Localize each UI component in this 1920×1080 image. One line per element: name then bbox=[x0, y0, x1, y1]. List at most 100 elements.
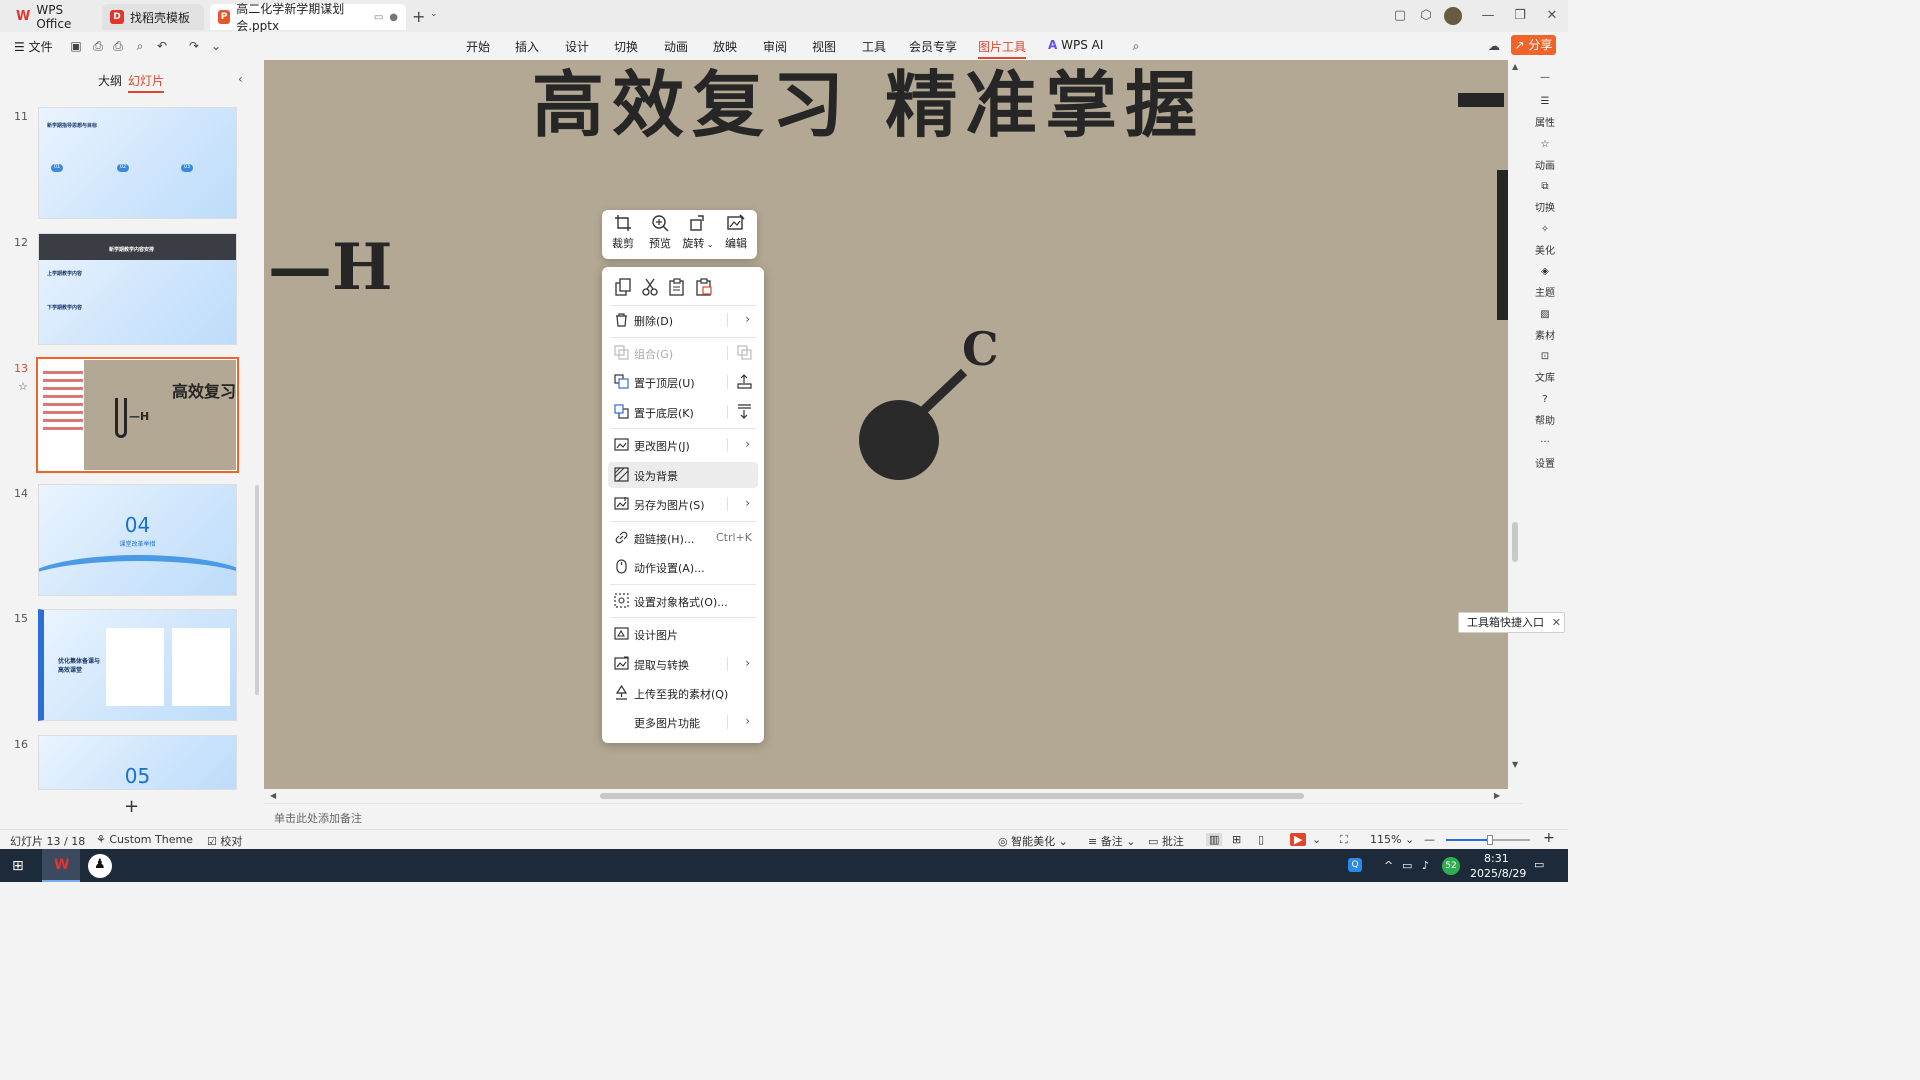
tray-expand-icon[interactable]: ^ bbox=[1384, 859, 1393, 872]
screen-icon[interactable]: ▭ bbox=[374, 12, 383, 23]
menu-home[interactable]: 开始 bbox=[466, 38, 490, 55]
print-icon[interactable]: ⎙ bbox=[110, 38, 126, 54]
menu-change-picture[interactable]: 更改图片(J) › bbox=[608, 432, 758, 458]
sidebar-item-library[interactable]: ⊡ 文库 bbox=[1522, 351, 1568, 384]
chevron-right-icon[interactable]: › bbox=[745, 714, 750, 728]
menu-hyperlink[interactable]: 超链接(H)... Ctrl+K bbox=[608, 525, 758, 551]
add-slide-button[interactable]: + bbox=[124, 796, 139, 817]
scroll-up-icon[interactable]: ▲ bbox=[1512, 62, 1518, 71]
tab-template[interactable]: D 找稻壳模板 bbox=[102, 4, 204, 30]
notes-area[interactable]: 单击此处添加备注 bbox=[264, 803, 1522, 829]
windows-start-icon[interactable]: ⊞ bbox=[12, 858, 24, 874]
scroll-left-icon[interactable]: ◀ bbox=[270, 791, 276, 800]
share-button[interactable]: ↗ 分享 bbox=[1511, 35, 1556, 55]
menu-extract-convert[interactable]: 提取与转换 › bbox=[608, 651, 758, 677]
fit-window-icon[interactable]: ⛶ bbox=[1340, 833, 1348, 847]
cut-icon[interactable] bbox=[641, 278, 659, 296]
sidebar-item-properties[interactable]: ☰ 属性 bbox=[1522, 96, 1568, 129]
slide-thumb-12[interactable]: 新学期教学内容安排 上学期教学内容 下学期教学内容 bbox=[38, 233, 237, 345]
avatar[interactable] bbox=[1444, 7, 1462, 25]
play-slideshow-icon[interactable]: ▶ bbox=[1290, 833, 1307, 846]
collapse-panel-icon[interactable]: ‹ bbox=[238, 72, 243, 86]
tray-badge[interactable]: 52 bbox=[1442, 857, 1460, 875]
file-menu[interactable]: ☰ 文件 bbox=[14, 38, 53, 55]
layer-up-icon[interactable] bbox=[737, 374, 752, 389]
menu-bring-to-front[interactable]: 置于顶层(U) bbox=[608, 369, 758, 395]
close-icon[interactable]: ✕ bbox=[1552, 613, 1561, 632]
panel-scrollbar[interactable] bbox=[255, 485, 259, 695]
menu-wps-ai[interactable]: A WPS AI bbox=[1048, 38, 1103, 52]
redo-icon[interactable]: ↷ bbox=[186, 38, 202, 54]
sidebar-item-material[interactable]: ▨ 素材 bbox=[1522, 309, 1568, 342]
new-tab-icon[interactable]: + bbox=[412, 7, 425, 26]
taskbar-qq[interactable]: ♟ bbox=[88, 854, 112, 878]
chevron-right-icon[interactable]: › bbox=[745, 437, 750, 451]
search-icon[interactable]: ⌕ bbox=[1128, 38, 1144, 54]
tab-wps-office[interactable]: W WPS Office bbox=[8, 3, 96, 31]
slide-thumb-11[interactable]: 新学期指导思想与目标 01 02 03 bbox=[38, 107, 237, 219]
comments-button[interactable]: ▭ 批注 bbox=[1148, 833, 1184, 849]
sidebar-item-animation[interactable]: ☆ 动画 bbox=[1522, 139, 1568, 172]
minimize-icon[interactable]: — bbox=[1480, 8, 1496, 24]
zoom-slider[interactable] bbox=[1446, 835, 1530, 845]
menu-tools[interactable]: 工具 bbox=[862, 38, 886, 55]
crop-button[interactable]: 裁剪 bbox=[605, 214, 641, 251]
preview-button[interactable]: 预览 bbox=[642, 214, 678, 251]
more-icon[interactable]: ⌄ bbox=[208, 38, 224, 54]
paste-as-picture-icon[interactable] bbox=[695, 278, 713, 296]
menu-review[interactable]: 审阅 bbox=[763, 38, 787, 55]
star-icon[interactable]: ☆ bbox=[18, 380, 28, 393]
normal-view-icon[interactable]: ▥ bbox=[1206, 833, 1223, 846]
notes-toggle-button[interactable]: ≡ 备注 ⌄ bbox=[1088, 833, 1135, 849]
smart-beautify-button[interactable]: ◎ 智能美化 ⌄ bbox=[998, 833, 1068, 849]
copy-icon[interactable] bbox=[614, 278, 632, 296]
menu-format-object[interactable]: 设置对象格式(O)... bbox=[608, 588, 758, 614]
menu-send-to-back[interactable]: 置于底层(K) bbox=[608, 399, 758, 425]
horizontal-scroll-thumb[interactable] bbox=[600, 793, 1304, 799]
window-layout-icon[interactable]: ▢ bbox=[1392, 8, 1408, 24]
save-icon[interactable]: ▣ bbox=[68, 38, 84, 54]
reading-view-icon[interactable]: ▯ bbox=[1258, 833, 1264, 846]
toolbox-shortcut-tip[interactable]: 工具箱快捷入口 ✕ bbox=[1458, 612, 1565, 633]
menu-member[interactable]: 会员专享 bbox=[909, 38, 957, 55]
zoom-level[interactable]: 115% ⌄ bbox=[1370, 833, 1414, 846]
menu-more-picture-functions[interactable]: 更多图片功能 › bbox=[608, 709, 758, 735]
sidebar-item-settings[interactable]: ··· 设置 bbox=[1522, 437, 1568, 470]
menu-slideshow[interactable]: 放映 bbox=[713, 38, 737, 55]
chevron-right-icon[interactable]: › bbox=[745, 656, 750, 670]
menu-delete[interactable]: 删除(D) › bbox=[608, 307, 758, 333]
menu-set-as-background[interactable]: 设为背景 bbox=[608, 462, 758, 488]
paste-icon[interactable] bbox=[668, 278, 686, 296]
zoom-in-icon[interactable]: + bbox=[1543, 830, 1555, 846]
print-preview-icon[interactable]: ⌕ bbox=[132, 38, 148, 54]
clock-date[interactable]: 2025/8/29 bbox=[1470, 867, 1526, 880]
chevron-right-icon[interactable]: › bbox=[745, 496, 750, 510]
vertical-scrollbar[interactable]: ▲ ▼ bbox=[1508, 60, 1522, 798]
export-icon[interactable]: ⎙ bbox=[90, 38, 106, 54]
menu-design-picture[interactable]: 设计图片 bbox=[608, 621, 758, 647]
sidebar-item-help[interactable]: ? 帮助 bbox=[1522, 394, 1568, 427]
cube-icon[interactable]: ⬡ bbox=[1418, 8, 1434, 24]
menu-design[interactable]: 设计 bbox=[565, 38, 589, 55]
scroll-down-icon[interactable]: ▼ bbox=[1512, 760, 1518, 769]
menu-action-settings[interactable]: 动作设置(A)... bbox=[608, 554, 758, 580]
menu-insert[interactable]: 插入 bbox=[515, 38, 539, 55]
tab-document[interactable]: P 高二化学新学期谋划会.pptx ▭ ● bbox=[210, 2, 406, 33]
theme-status[interactable]: ⚘ Custom Theme bbox=[96, 833, 193, 846]
menu-animation[interactable]: 动画 bbox=[664, 38, 688, 55]
menu-transition[interactable]: 切换 bbox=[614, 38, 638, 55]
clock-time[interactable]: 8:31 bbox=[1484, 852, 1509, 865]
slideshow-options-icon[interactable]: ⌄ bbox=[1312, 833, 1321, 846]
sidebar-item-beautify[interactable]: ✧ 美化 bbox=[1522, 224, 1568, 257]
tab-slides[interactable]: 幻灯片 bbox=[128, 72, 165, 93]
cloud-upload-icon[interactable]: ☁ bbox=[1486, 38, 1502, 54]
layer-down-icon[interactable] bbox=[737, 404, 752, 419]
sidebar-item-transition[interactable]: ⧉ 切换 bbox=[1522, 181, 1568, 214]
sidebar-collapse-icon[interactable]: — bbox=[1522, 72, 1568, 83]
menu-view[interactable]: 视图 bbox=[812, 38, 836, 55]
slide-thumb-16[interactable]: 05 bbox=[38, 735, 237, 790]
undo-icon[interactable]: ↶ bbox=[154, 38, 170, 54]
slide-canvas[interactable]: 高效复习 精准掌握 —H C bbox=[264, 60, 1508, 789]
vertical-scroll-thumb[interactable] bbox=[1512, 522, 1518, 562]
slide-thumb-13[interactable]: 高效复习 —H bbox=[36, 357, 239, 473]
